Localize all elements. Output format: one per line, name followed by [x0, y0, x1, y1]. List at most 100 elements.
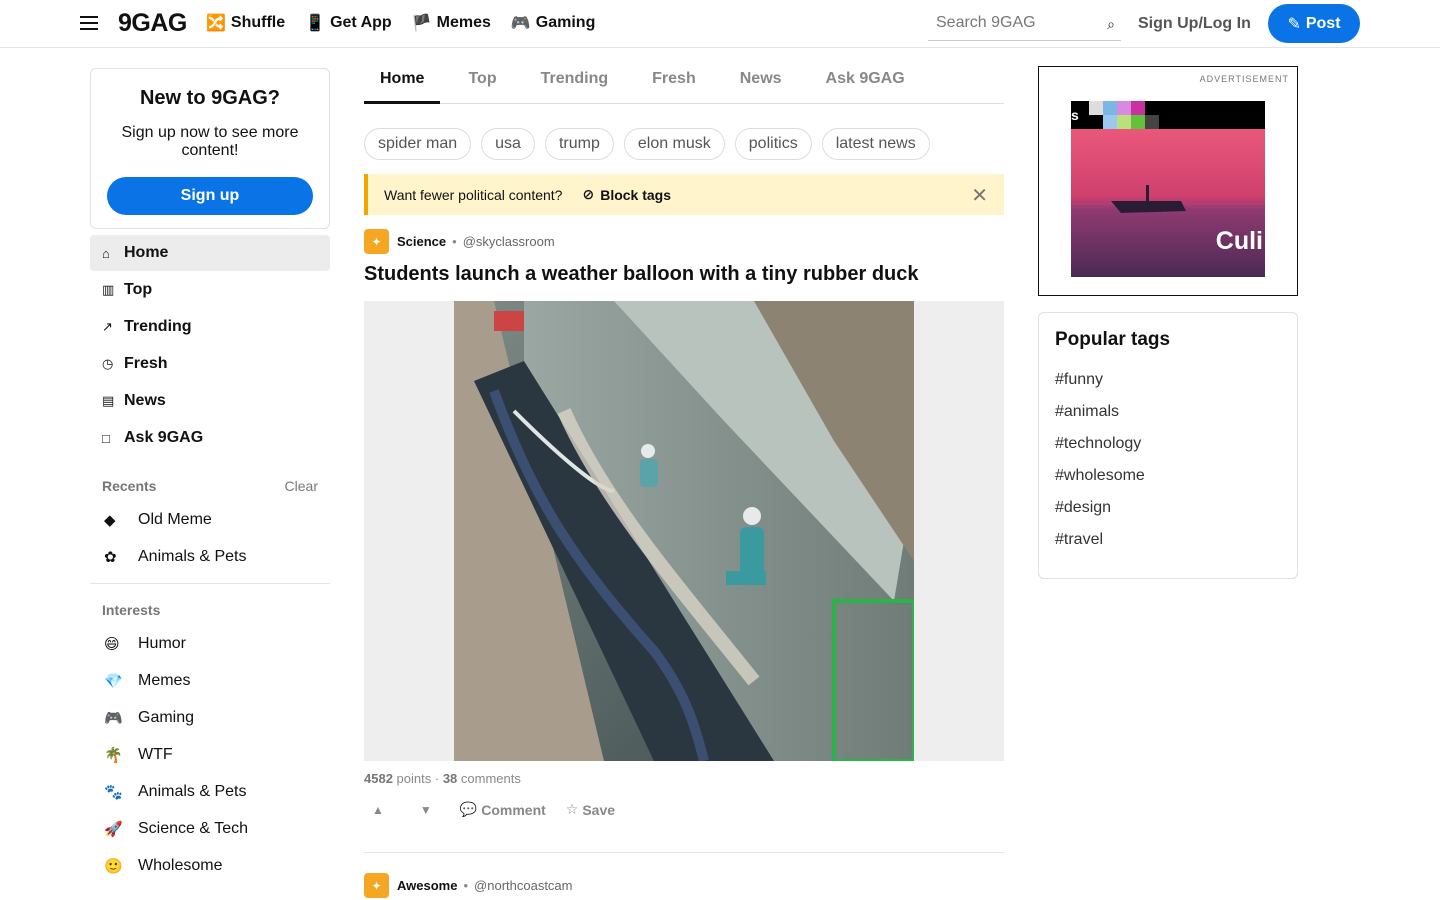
interests-list: 😄 Humor 💎 Memes 🎮 Gaming 🌴 WTF 🐾 Animals & Pe…: [90, 625, 330, 884]
comments-label[interactable]: comments: [461, 771, 521, 786]
post-section[interactable]: Science: [397, 234, 446, 249]
tab-top[interactable]: Top: [452, 58, 512, 104]
downvote-icon[interactable]: ▼: [412, 803, 440, 817]
list-item-label: Memes: [138, 671, 191, 689]
post-title[interactable]: Students launch a weather balloon with a…: [364, 263, 919, 286]
sidebar-item-label: News: [124, 392, 166, 409]
tag-link-technology[interactable]: #technology: [1055, 435, 1281, 467]
post-meta: ✦ Science • @skyclassroom: [364, 229, 555, 254]
interest-item-animals-pets[interactable]: 🐾 Animals & Pets: [90, 773, 330, 810]
signup-card: New to 9GAG? Sign up now to see more con…: [90, 68, 330, 229]
nav-get-app-label: Get App: [330, 14, 392, 31]
question-icon: □: [102, 430, 110, 446]
flower-icon: ✿: [104, 548, 117, 566]
smile-icon: 😄: [104, 635, 120, 653]
interest-item-gaming[interactable]: 🎮 Gaming: [90, 699, 330, 736]
chip-latest-news[interactable]: latest news: [821, 128, 930, 160]
interest-item-science-tech[interactable]: 🚀 Science & Tech: [90, 810, 330, 847]
tag-link-design[interactable]: #design: [1055, 499, 1281, 531]
tag-link-animals[interactable]: #animals: [1055, 403, 1281, 435]
ad-label: ADVERTISEMENT: [1199, 74, 1289, 84]
post-stats: 4582 points · 38 comments: [364, 771, 521, 786]
chip-usa[interactable]: usa: [481, 128, 535, 160]
signup-card-text: Sign up now to see more content!: [121, 124, 299, 159]
sidebar-item-ask-9gag[interactable]: □ Ask 9GAG: [90, 420, 330, 456]
site-logo[interactable]: 9GAG: [118, 9, 187, 38]
close-icon[interactable]: ✕: [971, 183, 988, 208]
list-item-label: Old Meme: [138, 510, 212, 528]
tab-fresh[interactable]: Fresh: [636, 58, 712, 104]
nav-gaming[interactable]: 🎮 Gaming: [511, 13, 595, 33]
post-media[interactable]: [364, 301, 1004, 761]
upvote-icon[interactable]: ▲: [364, 803, 392, 817]
trending-icon: ↗: [102, 319, 113, 334]
sidebar-item-fresh[interactable]: ◷ Fresh: [90, 346, 330, 382]
recent-item-animals-pets[interactable]: ✿ Animals & Pets: [90, 538, 330, 575]
post-author[interactable]: @skyclassroom: [463, 234, 555, 249]
list-item-label: Wholesome: [138, 856, 223, 874]
search-icon[interactable]: ⌕: [1107, 16, 1115, 33]
interest-item-humor[interactable]: 😄 Humor: [90, 625, 330, 662]
paw-icon: 🐾: [104, 783, 123, 801]
list-item-label: WTF: [138, 745, 173, 763]
top-icon: ▥: [102, 282, 115, 297]
interest-item-wtf[interactable]: 🌴 WTF: [90, 736, 330, 773]
sidebar-item-news[interactable]: ▤ News: [90, 383, 330, 419]
recents-title: Recents: [102, 478, 157, 494]
comment-button[interactable]: 💬 Comment: [460, 801, 546, 818]
sidebar-item-home[interactable]: ⌂ Home: [90, 235, 330, 271]
search-box: ⌕: [928, 6, 1121, 41]
shuffle-icon: 🔀: [206, 15, 226, 32]
post-author[interactable]: @northcoastcam: [474, 878, 572, 893]
clear-recents-link[interactable]: Clear: [285, 478, 318, 494]
save-button-label: Save: [582, 801, 616, 818]
tab-trending[interactable]: Trending: [525, 58, 625, 104]
advertisement[interactable]: ADVERTISEMENT s Culi: [1038, 66, 1298, 296]
gamepad-icon: 🎮: [510, 15, 531, 32]
sidebar-item-top[interactable]: ▥ Top: [90, 272, 330, 308]
ad-image: s Culi: [1071, 101, 1265, 277]
political-content-banner: Want fewer political content? ⊘ Block tag…: [364, 174, 1004, 215]
chip-politics[interactable]: politics: [734, 128, 812, 160]
sidebar-item-trending[interactable]: ↗ Trending: [90, 309, 330, 345]
signup-login-link[interactable]: Sign Up/Log In: [1138, 15, 1251, 33]
sidebar-item-label: Home: [124, 244, 169, 261]
nav-memes[interactable]: 🏴 Memes: [412, 13, 491, 33]
chip-spider-man[interactable]: spider man: [364, 128, 472, 160]
interest-item-memes[interactable]: 💎 Memes: [90, 662, 330, 699]
post-section[interactable]: Awesome: [397, 878, 457, 893]
tag-link-wholesome[interactable]: #wholesome: [1055, 467, 1281, 499]
chip-trump[interactable]: trump: [544, 128, 614, 160]
block-tags-button[interactable]: ⊘ Block tags: [582, 186, 671, 203]
rocket-icon: 🚀: [104, 820, 123, 838]
ad-word: Culi: [1215, 227, 1263, 255]
points-label: points: [396, 771, 432, 786]
list-item-label: Humor: [138, 634, 187, 652]
hamburger-menu-icon[interactable]: [80, 12, 100, 34]
chip-elon-musk[interactable]: elon musk: [623, 128, 725, 160]
tab-ask-9gag[interactable]: Ask 9GAG: [810, 58, 921, 104]
recent-item-old-meme[interactable]: ◆ Old Meme: [90, 501, 330, 538]
list-item-label: Science & Tech: [138, 819, 248, 837]
section-badge-icon[interactable]: ✦: [364, 229, 389, 254]
tag-link-funny[interactable]: #funny: [1055, 371, 1281, 403]
palm-tree-icon: 🌴: [104, 746, 123, 764]
section-badge-icon[interactable]: ✦: [364, 873, 389, 898]
nav-gaming-label: Gaming: [535, 14, 596, 31]
save-button[interactable]: ☆ Save: [566, 801, 615, 818]
post-image: [454, 301, 914, 761]
comments-count[interactable]: 38: [443, 771, 457, 786]
interest-item-wholesome[interactable]: 🙂 Wholesome: [90, 847, 330, 884]
tab-news[interactable]: News: [724, 58, 798, 104]
tab-home[interactable]: Home: [364, 58, 441, 104]
post-button[interactable]: ✎ Post: [1268, 4, 1360, 43]
nav-get-app[interactable]: 📱 Get App: [305, 13, 392, 33]
sidebar-item-label: Top: [124, 281, 153, 298]
signup-button[interactable]: Sign up: [107, 177, 313, 215]
nav-shuffle[interactable]: 🔀 Shuffle: [206, 13, 285, 33]
search-input[interactable]: [928, 14, 1088, 32]
block-icon: ⊘: [582, 186, 595, 202]
tag-link-travel[interactable]: #travel: [1055, 531, 1281, 563]
meta-separator: •: [463, 878, 469, 893]
list-item-label: Gaming: [138, 708, 195, 726]
